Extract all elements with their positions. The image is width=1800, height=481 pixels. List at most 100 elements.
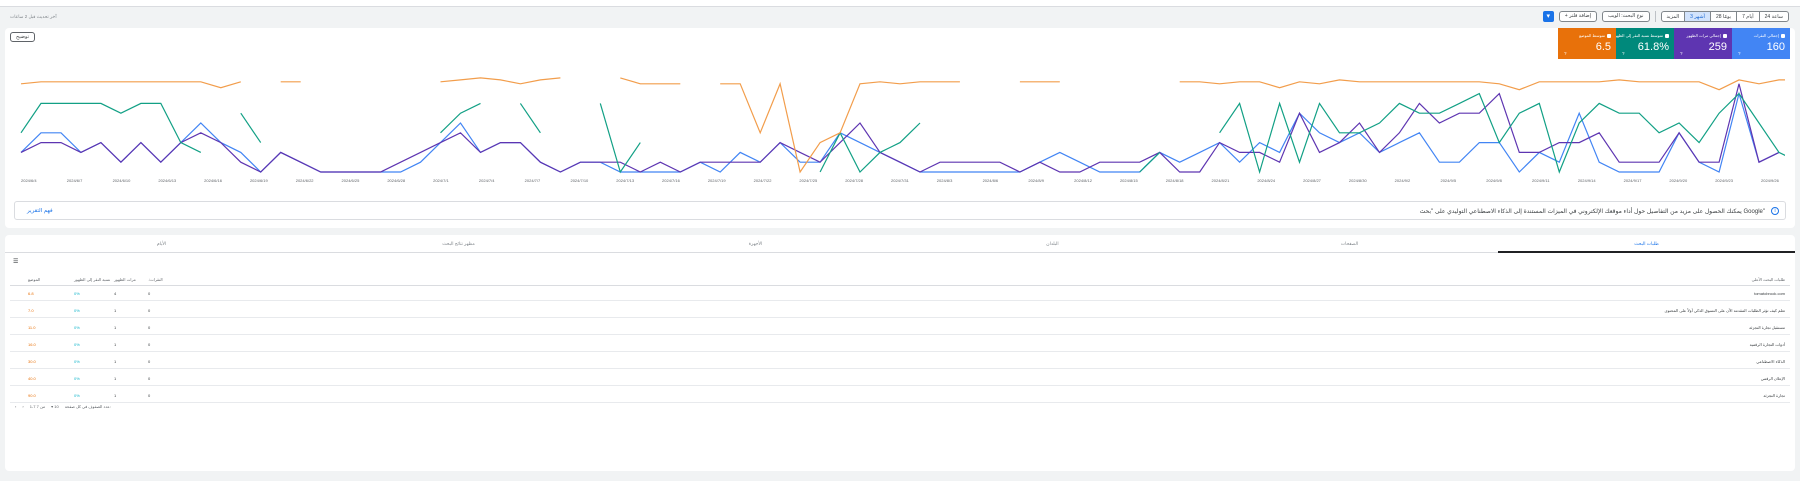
help-icon[interactable]: ? [1564, 51, 1567, 56]
rows-per-page-label: عدد الصفوف في كل صفحة: [64, 403, 111, 409]
tab-devices[interactable]: الأجهزة [607, 235, 904, 253]
x-tick-label: 2024/9/14 [1578, 178, 1597, 183]
header-clicks-label: النقرات [150, 277, 163, 282]
help-icon[interactable]: ? [1738, 51, 1741, 56]
x-tick-label: 2024/6/16 [204, 178, 223, 183]
clicks-cell: 0 [148, 392, 151, 398]
pagination-range: 1-7 من 7 [29, 403, 46, 409]
metric-label: إجمالي مرات الظهور [1686, 33, 1721, 38]
dimension-tabs: طلبات البحث الصفحات البلدان الأجهزة مظهر… [5, 235, 1795, 253]
query-cell: أدوات التجارة الرقمية [1749, 341, 1785, 347]
date-range-24h[interactable]: 24 ساعة [1758, 12, 1788, 21]
help-icon[interactable]: ? [1680, 51, 1683, 56]
impressions-cell: 1 [114, 341, 117, 347]
series-line-3 [720, 81, 960, 174]
rows-per-page-value: 10 [54, 403, 59, 409]
date-range-3m[interactable]: 3 أشهر [1684, 12, 1710, 21]
clicks-cell: 0 [148, 324, 151, 330]
table-row[interactable]: أدوات التجارة الرقمية 0 1 0% 16.0 [10, 337, 1790, 352]
x-tick-label: 2024/7/31 [891, 178, 910, 183]
search-type-chip[interactable]: نوع البحث: الويب [1602, 11, 1650, 22]
ctr-cell: 0% [74, 358, 80, 364]
tab-queries[interactable]: طلبات البحث [1498, 235, 1795, 253]
x-tick-label: 2024/6/10 [113, 178, 132, 183]
date-range-more[interactable]: المزيد [1662, 12, 1685, 21]
pagination: ‹ › 1-7 من 7 ▾ 10 عدد الصفوف في كل صفحة: [15, 402, 111, 410]
metrics-row: إجمالي النقرات 160 ? إجمالي مرات الظهور … [1558, 28, 1790, 59]
query-cell: تجارة التجزئة [1763, 392, 1785, 398]
date-range-7d[interactable]: 7 أيام [1736, 12, 1759, 21]
table-row[interactable]: الذكاء الاصطناعي 0 1 0% 30.0 [10, 354, 1790, 369]
impressions-cell: 1 [114, 324, 117, 330]
date-range-28d[interactable]: 28 يومًا [1709, 12, 1736, 21]
table-row[interactable]: تعلم كيف تؤثر الطلبات المقدمة الآن على ا… [10, 303, 1790, 318]
x-tick-label: 2024/7/7 [525, 178, 541, 183]
series-line-0 [20, 91, 1780, 173]
filter-icon[interactable]: ▾ [1542, 11, 1554, 22]
metric-value: 160 [1766, 41, 1785, 53]
next-page-icon[interactable]: › [22, 404, 23, 409]
info-banner: i يمكنك الحصول على مزيد من التفاصيل حول … [14, 201, 1786, 220]
add-filter-button[interactable]: + إضافة فلتر [1558, 11, 1598, 22]
understand-report-link[interactable]: فهم التقرير [27, 208, 53, 214]
tab-pages[interactable]: الصفحات [1201, 235, 1498, 253]
x-tick-label: 2024/9/26 [1761, 178, 1780, 183]
x-tick-label: 2024/6/28 [387, 178, 406, 183]
x-tick-label: 2024/7/22 [754, 178, 773, 183]
checkbox-icon [1607, 34, 1611, 38]
x-tick-label: 2024/7/10 [570, 178, 589, 183]
metric-total-impressions[interactable]: إجمالي مرات الظهور 259 ? [1674, 28, 1732, 59]
impressions-cell: 1 [114, 307, 117, 313]
ctr-cell: 0% [74, 341, 80, 347]
header-clicks[interactable]: ↓ النقرات [148, 274, 163, 285]
x-tick-label: 2024/7/19 [708, 178, 727, 183]
series-line-2 [1219, 92, 1785, 175]
rows-per-page-select[interactable]: ▾ 10 [51, 404, 59, 409]
x-tick-label: 2024/6/13 [158, 178, 177, 183]
x-tick-label: 2024/6/7 [67, 178, 83, 183]
x-tick-label: 2024/8/6 [983, 178, 999, 183]
clicks-cell: 0 [148, 307, 151, 313]
impressions-cell: 1 [114, 392, 117, 398]
performance-chart[interactable]: 2024/6/4 2024/6/7 2024/6/10 2024/6/13 2024/6… [15, 68, 1785, 188]
impressions-cell: 1 [114, 358, 117, 364]
tab-dates[interactable]: الأيام [13, 235, 310, 253]
metric-average-position[interactable]: متوسط الموضع 6.5 ? [1558, 28, 1616, 59]
date-range-selector: 24 ساعة 7 أيام 28 يومًا 3 أشهر المزيد [1660, 11, 1789, 22]
table-row[interactable]: tomatobrook.com 0 4 0% 6.8 [10, 286, 1790, 301]
x-tick-label: 2024/8/18 [1166, 178, 1185, 183]
filter-rows-icon[interactable]: ☰ [13, 258, 18, 265]
help-icon[interactable]: ? [1622, 51, 1625, 56]
header-position[interactable]: الموضع [28, 274, 40, 285]
performance-card: توضيح إجمالي النقرات 160 ? إجمالي مرات ا… [5, 28, 1795, 228]
header-ctr[interactable]: نسبة النقر إلى الظهور [74, 274, 110, 285]
tab-search-appearance[interactable]: مظهر نتائج البحث [310, 235, 607, 253]
x-tick-label: 2024/6/22 [296, 178, 315, 183]
tab-countries[interactable]: البلدان [904, 235, 1201, 253]
table-row[interactable]: مستقبل تجارة التجزئة 0 1 0% 11.0 [10, 320, 1790, 335]
header-queries[interactable]: طلبات البحث الأعلى [1752, 274, 1785, 285]
table-row[interactable]: تجارة التجزئة 0 1 0% 90.0 [10, 388, 1790, 403]
checkbox-icon [1781, 34, 1785, 38]
x-tick-label: 2024/7/16 [662, 178, 681, 183]
header-impressions[interactable]: مرات الظهور [114, 274, 136, 285]
position-cell: 40.0 [28, 375, 36, 381]
x-tick-label: 2024/9/8 [1486, 178, 1502, 183]
clicks-cell: 0 [148, 375, 151, 381]
position-cell: 7.0 [28, 307, 34, 313]
position-cell: 30.0 [28, 358, 36, 364]
prev-page-icon[interactable]: ‹ [15, 404, 16, 409]
series-line-2 [519, 103, 541, 134]
checkbox-icon [1723, 34, 1727, 38]
metric-total-clicks[interactable]: إجمالي النقرات 160 ? [1732, 28, 1790, 59]
series-line-1 [20, 83, 1780, 173]
ctr-cell: 0% [74, 324, 80, 330]
table-row[interactable]: الإعلان الرقمي 0 1 0% 40.0 [10, 371, 1790, 386]
info-icon: i [1771, 207, 1779, 215]
impressions-cell: 4 [114, 290, 117, 296]
legend-button[interactable]: توضيح [10, 32, 35, 42]
metric-value: 6.5 [1595, 41, 1611, 53]
query-cell: الذكاء الاصطناعي [1756, 358, 1785, 364]
metric-average-ctr[interactable]: متوسط نسبة النقر إلى الظهور 61.8% ? [1613, 28, 1674, 59]
last-updated-text: آخر تحديث قبل 2 ساعات [10, 14, 57, 19]
